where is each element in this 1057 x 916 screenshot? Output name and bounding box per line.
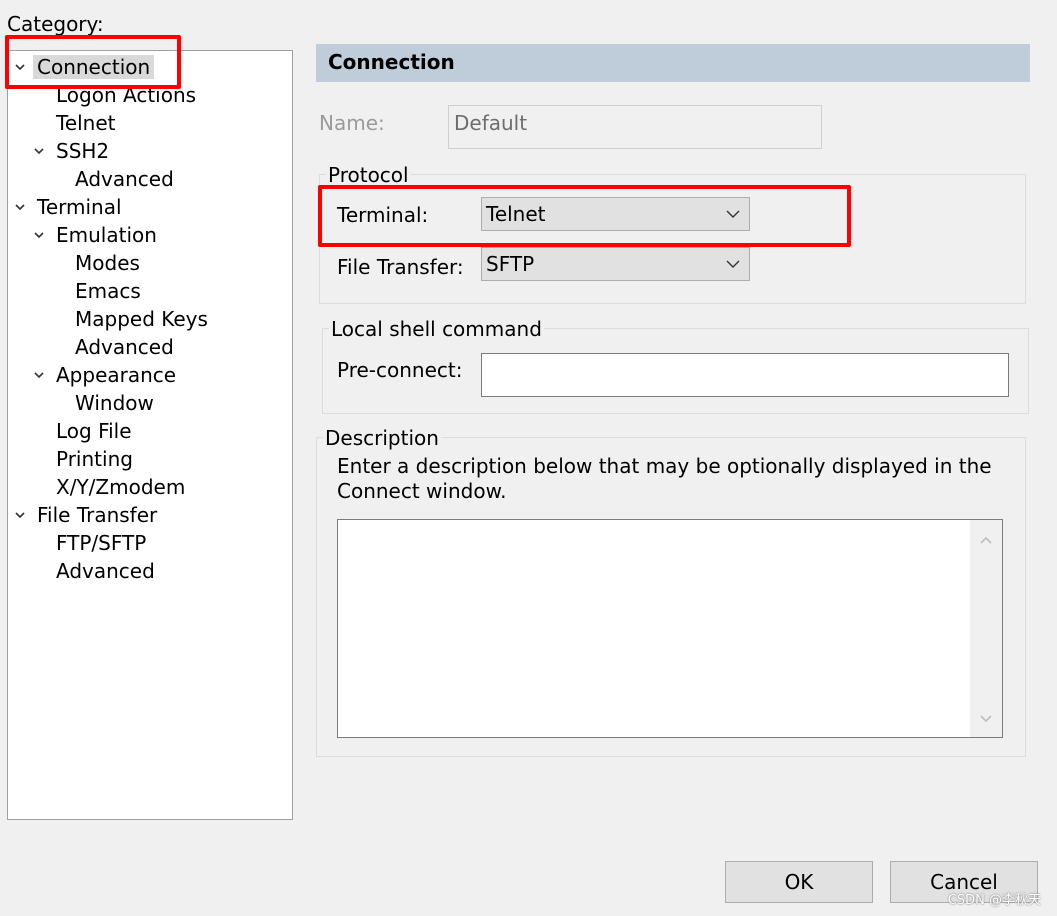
tree-item-window[interactable]: Window [71, 389, 158, 417]
tree-item-emulation-advanced[interactable]: Advanced [71, 333, 178, 361]
tree-item-label: Connection [33, 55, 155, 79]
category-label: Category: [7, 12, 104, 36]
tree-item-ssh2[interactable]: SSH2 [34, 137, 113, 165]
tree-item-label: Emulation [56, 223, 157, 247]
terminal-label: Terminal: [337, 203, 429, 227]
chevron-down-icon[interactable] [13, 193, 27, 221]
chevron-down-icon[interactable] [13, 53, 27, 81]
tree-item-log-file[interactable]: Log File [52, 417, 136, 445]
watermark: CSDN @李秋天 [947, 893, 1041, 908]
tree-item-label: FTP/SFTP [56, 531, 147, 555]
tree-item-label: Advanced [56, 559, 155, 583]
description-textarea[interactable] [337, 519, 1003, 738]
terminal-select-value: Telnet [486, 202, 546, 226]
tree-item-telnet[interactable]: Telnet [52, 109, 120, 137]
tree-item-emulation[interactable]: Emulation [34, 221, 161, 249]
preconnect-label: Pre-connect: [337, 358, 463, 382]
tree-item-label: Log File [56, 419, 132, 443]
tree-item-label: SSH2 [56, 139, 110, 163]
chevron-down-icon [726, 210, 740, 218]
panel-title: Connection [328, 50, 455, 74]
terminal-select[interactable]: Telnet [481, 197, 750, 231]
file-transfer-select[interactable]: SFTP [481, 247, 750, 281]
ok-button[interactable]: OK [725, 861, 873, 903]
local-shell-group-title: Local shell command [329, 317, 544, 341]
tree-item-label: Logon Actions [56, 83, 197, 107]
chevron-down-icon[interactable] [13, 501, 27, 529]
tree-item-label: File Transfer [37, 503, 158, 527]
tree-item-label: Terminal [37, 195, 122, 219]
scroll-up-arrow-icon[interactable] [979, 534, 993, 546]
chevron-down-icon[interactable] [32, 361, 46, 389]
tree-item-label: Printing [56, 447, 133, 471]
panel-header: Connection [316, 44, 1030, 82]
tree-item-file-transfer[interactable]: File Transfer [15, 501, 161, 529]
chevron-down-icon [726, 260, 740, 268]
tree-item-logon-actions[interactable]: Logon Actions [52, 81, 200, 109]
tree-item-connection[interactable]: Connection [15, 53, 155, 81]
preconnect-input[interactable] [481, 353, 1009, 397]
tree-item-label: Advanced [75, 335, 174, 359]
tree-item-ssh2-advanced[interactable]: Advanced [71, 165, 178, 193]
tree-item-terminal[interactable]: Terminal [15, 193, 126, 221]
chevron-down-icon[interactable] [32, 221, 46, 249]
description-scrollbar[interactable] [970, 520, 1002, 737]
description-group-title: Description [323, 426, 441, 450]
name-label: Name: [319, 111, 385, 135]
tree-item-label: X/Y/Zmodem [56, 475, 186, 499]
tree-item-emacs[interactable]: Emacs [71, 277, 145, 305]
tree-item-label: Telnet [56, 111, 116, 135]
tree-item-label: Window [75, 391, 154, 415]
protocol-group-title: Protocol [326, 163, 411, 187]
protocol-group [319, 174, 1026, 304]
tree-item-printing[interactable]: Printing [52, 445, 137, 473]
tree-item-appearance[interactable]: Appearance [34, 361, 180, 389]
tree-item-label: Mapped Keys [75, 307, 208, 331]
tree-item-label: Modes [75, 251, 140, 275]
tree-item-xyzmodem[interactable]: X/Y/Zmodem [52, 473, 189, 501]
category-tree[interactable]: Connection Logon Actions Telnet SSH2 Adv… [7, 50, 293, 820]
tree-item-modes[interactable]: Modes [71, 249, 144, 277]
tree-item-mapped-keys[interactable]: Mapped Keys [71, 305, 212, 333]
tree-item-label: Appearance [56, 363, 177, 387]
description-hint: Enter a description below that may be op… [337, 454, 992, 503]
chevron-down-icon[interactable] [32, 137, 46, 165]
name-field: Default [448, 105, 822, 149]
file-transfer-label: File Transfer: [337, 255, 464, 279]
scroll-down-arrow-icon[interactable] [979, 713, 993, 725]
file-transfer-select-value: SFTP [486, 252, 535, 276]
tree-item-ftp-sftp[interactable]: FTP/SFTP [52, 529, 150, 557]
tree-item-label: Advanced [75, 167, 174, 191]
tree-item-label: Emacs [75, 279, 141, 303]
tree-item-file-transfer-advanced[interactable]: Advanced [52, 557, 159, 585]
